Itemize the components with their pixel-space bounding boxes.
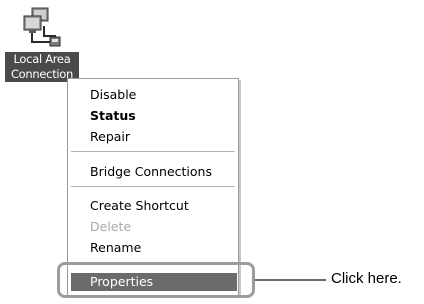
menu-separator — [71, 151, 235, 152]
desktop-icon-label-line-1: Local Area — [13, 52, 71, 66]
menu-item-create-shortcut[interactable]: Create Shortcut — [68, 196, 238, 216]
menu-item-delete: Delete — [90, 219, 132, 234]
menu-separator — [71, 186, 235, 187]
network-connection-icon — [23, 7, 61, 47]
menu-item-bridge-connections[interactable]: Bridge Connections — [68, 162, 238, 182]
menu-item-rename[interactable]: Rename — [68, 238, 238, 258]
local-area-connection-desktop-icon[interactable]: Local Area Connection — [4, 4, 80, 88]
callout-pointer-line — [255, 279, 326, 281]
menu-item-disable[interactable]: Disable — [68, 85, 238, 105]
menu-item-repair[interactable]: Repair — [68, 127, 238, 147]
callout-highlight-box — [57, 262, 255, 298]
menu-item-status[interactable]: Status — [68, 106, 238, 126]
callout-text: Click here. — [331, 270, 402, 287]
